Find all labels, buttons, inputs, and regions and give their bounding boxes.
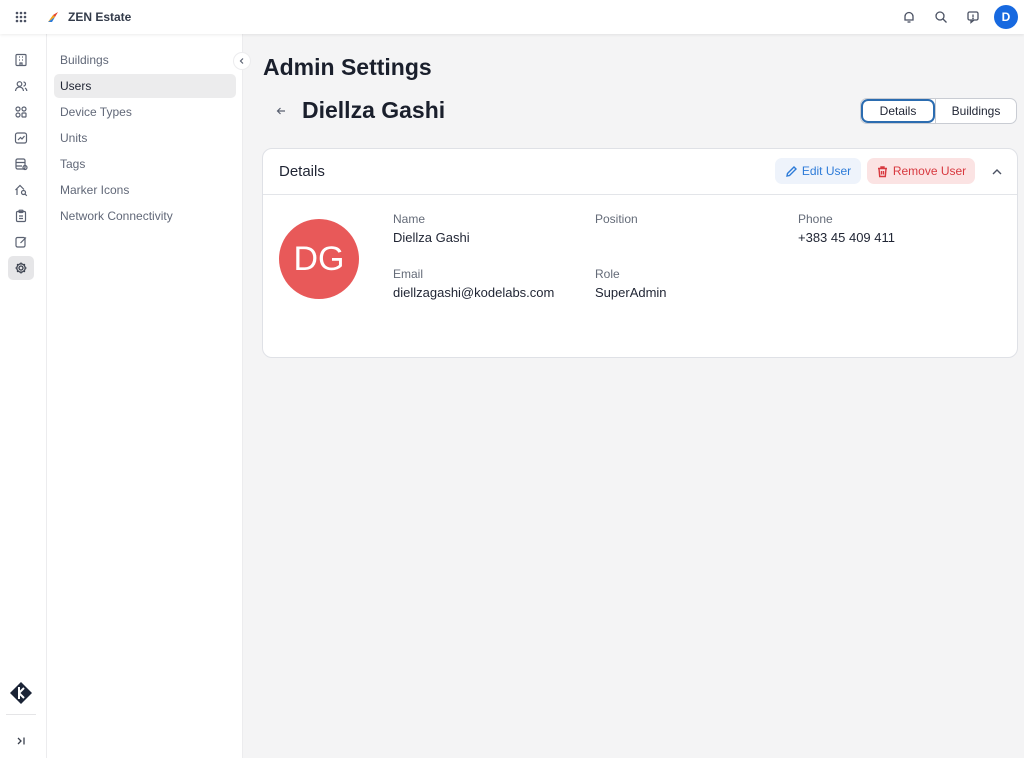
pencil-icon	[785, 165, 797, 177]
field-phone: Phone +383 45 409 411	[798, 212, 895, 245]
user-avatar: DG	[279, 219, 359, 299]
field-name-value: Diellza Gashi	[393, 230, 470, 245]
rail-divider	[6, 714, 36, 715]
field-email-label: Email	[393, 267, 424, 281]
field-role-label: Role	[595, 267, 620, 281]
field-name: Name Diellza Gashi	[393, 212, 470, 245]
notification-bell-icon[interactable]	[898, 6, 920, 28]
field-email: Email diellzagashi@kodelabs.com	[393, 267, 554, 300]
submenu-item-tags[interactable]: Tags	[54, 152, 236, 176]
user-name-heading: Diellza Gashi	[302, 97, 446, 123]
home-search-icon[interactable]	[8, 178, 34, 202]
collapse-submenu-button[interactable]	[233, 52, 251, 70]
details-card-header: Details Edit User Remove User	[263, 149, 1017, 195]
back-arrow-icon[interactable]	[272, 102, 290, 120]
grid-icon[interactable]	[8, 100, 34, 124]
submenu-item-network-connectivity[interactable]: Network Connectivity	[54, 204, 236, 228]
submenu-item-units[interactable]: Units	[54, 126, 236, 150]
card-title: Details	[279, 163, 325, 180]
field-phone-label: Phone	[798, 212, 833, 226]
field-position: Position	[595, 212, 638, 230]
view-tabs: Details Buildings	[860, 98, 1017, 124]
details-card: Details Edit User Remove User DG Name Di…	[262, 148, 1018, 358]
page-title: Admin Settings	[263, 54, 432, 80]
field-role: Role SuperAdmin	[595, 267, 667, 300]
field-email-value: diellzagashi@kodelabs.com	[393, 285, 555, 300]
company-logo-icon	[8, 680, 34, 706]
submenu-item-users[interactable]: Users	[54, 74, 236, 98]
icon-rail	[0, 34, 47, 758]
field-role-value: SuperAdmin	[595, 285, 667, 300]
apps-grid-icon[interactable]	[10, 6, 32, 28]
trash-icon	[877, 165, 887, 177]
field-name-label: Name	[393, 212, 426, 226]
expand-sidebar-icon[interactable]	[10, 730, 32, 752]
submenu-item-buildings[interactable]: Buildings	[54, 48, 236, 72]
edit-icon[interactable]	[8, 230, 34, 254]
submenu-item-device-types[interactable]: Device Types	[54, 100, 236, 124]
edit-user-button[interactable]: Edit User	[775, 158, 861, 184]
tab-buildings[interactable]: Buildings	[935, 99, 1016, 123]
remove-user-label: Remove User	[892, 164, 967, 178]
tab-details[interactable]: Details	[861, 99, 935, 123]
settings-icon[interactable]	[8, 256, 34, 280]
settings-submenu: Buildings Users Device Types Units Tags …	[47, 34, 243, 758]
database-icon[interactable]	[8, 152, 34, 176]
chevron-up-icon[interactable]	[987, 162, 1007, 182]
top-bar: ZEN Estate D	[0, 0, 1024, 34]
remove-user-button[interactable]: Remove User	[867, 158, 975, 184]
users-icon[interactable]	[8, 74, 34, 98]
user-avatar-button[interactable]: D	[994, 5, 1018, 29]
field-position-label: Position	[595, 212, 638, 226]
feedback-icon[interactable]	[962, 6, 984, 28]
app-logo-icon	[46, 10, 60, 24]
submenu-item-marker-icons[interactable]: Marker Icons	[54, 178, 236, 202]
clipboard-icon[interactable]	[8, 204, 34, 228]
search-icon[interactable]	[930, 6, 952, 28]
edit-user-label: Edit User	[801, 164, 852, 178]
building-icon[interactable]	[8, 48, 34, 72]
analytics-icon[interactable]	[8, 126, 34, 150]
field-phone-value: +383 45 409 411	[798, 230, 895, 245]
app-title: ZEN Estate	[68, 10, 132, 24]
